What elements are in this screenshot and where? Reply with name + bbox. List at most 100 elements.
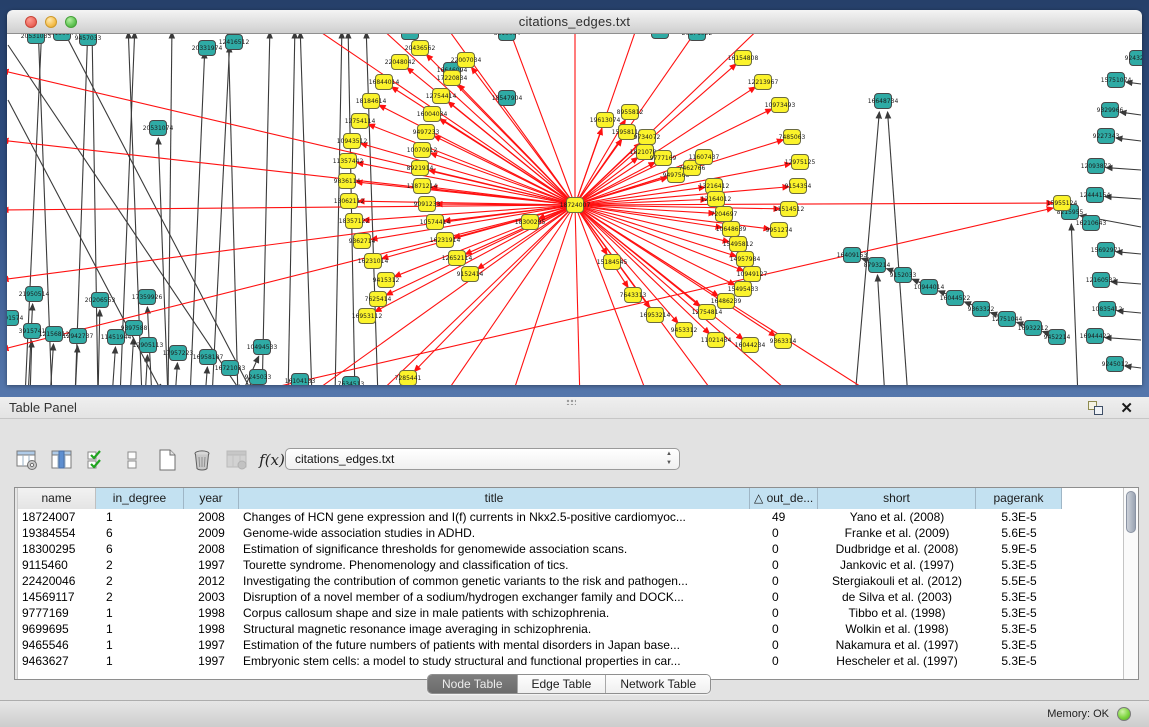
cell-year[interactable]: 1998 [184, 605, 239, 621]
delete-table-icon[interactable] [224, 447, 250, 473]
table-row[interactable]: 946554611997Estimation of the future num… [18, 637, 1123, 653]
cell-year[interactable]: 2008 [184, 541, 239, 557]
cell-short[interactable]: Franke et al. (2009) [818, 525, 976, 541]
cell-pagerank[interactable]: 5.3E-5 [976, 653, 1062, 669]
cell-title[interactable]: Embryonic stem cells: a model to study s… [239, 653, 750, 669]
cell-name[interactable]: 9115460 [18, 557, 96, 573]
cell-short[interactable]: Nakamura et al. (1997) [818, 637, 976, 653]
cell-year[interactable]: 1998 [184, 621, 239, 637]
cell-in-degree[interactable]: 1 [96, 509, 184, 525]
table-row[interactable]: 1830029562008Estimation of significance … [18, 541, 1123, 557]
column-header-short[interactable]: short [818, 488, 976, 509]
cell-pagerank[interactable]: 5.3E-5 [976, 589, 1062, 605]
cell-out-de-[interactable]: 49 [750, 509, 818, 525]
table-selector-dropdown[interactable]: citations_edges.txt ▲▼ [285, 448, 680, 470]
column-header-in-degree[interactable]: in_degree [96, 488, 184, 509]
cell-year[interactable]: 2003 [184, 589, 239, 605]
show-columns-icon[interactable] [49, 447, 75, 473]
select-all-columns-icon[interactable] [84, 447, 110, 473]
cell-in-degree[interactable]: 6 [96, 525, 184, 541]
cell-title[interactable]: Corpus callosum shape and size in male p… [239, 605, 750, 621]
cell-title[interactable]: Tourette syndrome. Phenomenology and cla… [239, 557, 750, 573]
cell-name[interactable]: 9465546 [18, 637, 96, 653]
cell-year[interactable]: 2012 [184, 573, 239, 589]
cell-in-degree[interactable]: 1 [96, 605, 184, 621]
cell-out-de-[interactable]: 0 [750, 637, 818, 653]
cell-in-degree[interactable]: 2 [96, 589, 184, 605]
cell-pagerank[interactable]: 5.3E-5 [976, 621, 1062, 637]
cell-in-degree[interactable]: 2 [96, 557, 184, 573]
cell-out-de-[interactable]: 0 [750, 589, 818, 605]
cell-year[interactable]: 1997 [184, 557, 239, 573]
cell-year[interactable]: 1997 [184, 637, 239, 653]
cell-pagerank[interactable]: 5.3E-5 [976, 509, 1062, 525]
cell-title[interactable]: Disruption of a novel member of a sodium… [239, 589, 750, 605]
cell-out-de-[interactable]: 0 [750, 525, 818, 541]
create-column-icon[interactable] [154, 447, 180, 473]
delete-column-icon[interactable] [189, 447, 215, 473]
cell-name[interactable]: 18724007 [18, 509, 96, 525]
column-header-pagerank[interactable]: pagerank [976, 488, 1062, 509]
tab-node-table[interactable]: Node Table [428, 675, 518, 693]
float-panel-icon[interactable] [1088, 401, 1103, 415]
table-mode-icon[interactable] [14, 447, 40, 473]
scrollbar-thumb[interactable] [1126, 491, 1136, 533]
cell-in-degree[interactable]: 1 [96, 637, 184, 653]
cell-name[interactable]: 18300295 [18, 541, 96, 557]
network-canvas[interactable]: 2053103316139044945703320331974124165127… [7, 34, 1142, 385]
cell-pagerank[interactable]: 5.5E-5 [976, 573, 1062, 589]
table-row[interactable]: 911546021997Tourette syndrome. Phenomeno… [18, 557, 1123, 573]
cell-title[interactable]: Estimation of the future numbers of pati… [239, 637, 750, 653]
cell-short[interactable]: Wolkin et al. (1998) [818, 621, 976, 637]
close-panel-icon[interactable]: ✕ [1120, 398, 1133, 420]
column-header-out-de-[interactable]: △ out_de... [750, 488, 818, 509]
window-titlebar[interactable]: citations_edges.txt [7, 10, 1142, 34]
cell-name[interactable]: 9777169 [18, 605, 96, 621]
cell-pagerank[interactable]: 5.3E-5 [976, 637, 1062, 653]
cell-out-de-[interactable]: 0 [750, 557, 818, 573]
cell-pagerank[interactable]: 5.3E-5 [976, 557, 1062, 573]
cell-out-de-[interactable]: 0 [750, 541, 818, 557]
cell-short[interactable]: de Silva et al. (2003) [818, 589, 976, 605]
cell-title[interactable]: Estimation of significance thresholds fo… [239, 541, 750, 557]
tab-network-table[interactable]: Network Table [606, 675, 710, 693]
cell-in-degree[interactable]: 2 [96, 573, 184, 589]
cell-out-de-[interactable]: 0 [750, 605, 818, 621]
cell-short[interactable]: Stergiakouli et al. (2012) [818, 573, 976, 589]
column-header-name[interactable]: name [18, 488, 96, 509]
cell-short[interactable]: Hescheler et al. (1997) [818, 653, 976, 669]
table-row[interactable]: 1456911722003Disruption of a novel membe… [18, 589, 1123, 605]
vertical-scrollbar[interactable] [1123, 488, 1138, 679]
cell-year[interactable]: 2009 [184, 525, 239, 541]
cell-in-degree[interactable]: 6 [96, 541, 184, 557]
cell-pagerank[interactable]: 5.9E-5 [976, 541, 1062, 557]
cell-name[interactable]: 22420046 [18, 573, 96, 589]
cell-in-degree[interactable]: 1 [96, 621, 184, 637]
tab-edge-table[interactable]: Edge Table [518, 675, 607, 693]
table-row[interactable]: 2242004622012Investigating the contribut… [18, 573, 1123, 589]
clear-selection-icon[interactable] [119, 447, 145, 473]
cell-out-de-[interactable]: 0 [750, 573, 818, 589]
table-panel-titlebar[interactable]: Table Panel ✕ [0, 397, 1149, 419]
column-header-year[interactable]: year [184, 488, 239, 509]
cell-short[interactable]: Tibbo et al. (1998) [818, 605, 976, 621]
table-row[interactable]: 1872400712008Changes of HCN gene express… [18, 509, 1123, 525]
cell-out-de-[interactable]: 0 [750, 621, 818, 637]
cell-title[interactable]: Structural magnetic resonance image aver… [239, 621, 750, 637]
cell-name[interactable]: 19384554 [18, 525, 96, 541]
table-row[interactable]: 969969511998Structural magnetic resonanc… [18, 621, 1123, 637]
splitpane-gripper[interactable] [566, 399, 576, 405]
column-header-title[interactable]: title [239, 488, 750, 509]
cell-year[interactable]: 1997 [184, 653, 239, 669]
function-builder-icon[interactable]: f(x) [259, 447, 285, 473]
cell-pagerank[interactable]: 5.3E-5 [976, 605, 1062, 621]
cell-name[interactable]: 14569117 [18, 589, 96, 605]
cell-in-degree[interactable]: 1 [96, 653, 184, 669]
cell-short[interactable]: Dudbridge et al. (2008) [818, 541, 976, 557]
table-row[interactable]: 977716911998Corpus callosum shape and si… [18, 605, 1123, 621]
cell-title[interactable]: Changes of HCN gene expression and I(f) … [239, 509, 750, 525]
cell-name[interactable]: 9699695 [18, 621, 96, 637]
cell-out-de-[interactable]: 0 [750, 653, 818, 669]
cell-pagerank[interactable]: 5.6E-5 [976, 525, 1062, 541]
cell-name[interactable]: 9463627 [18, 653, 96, 669]
